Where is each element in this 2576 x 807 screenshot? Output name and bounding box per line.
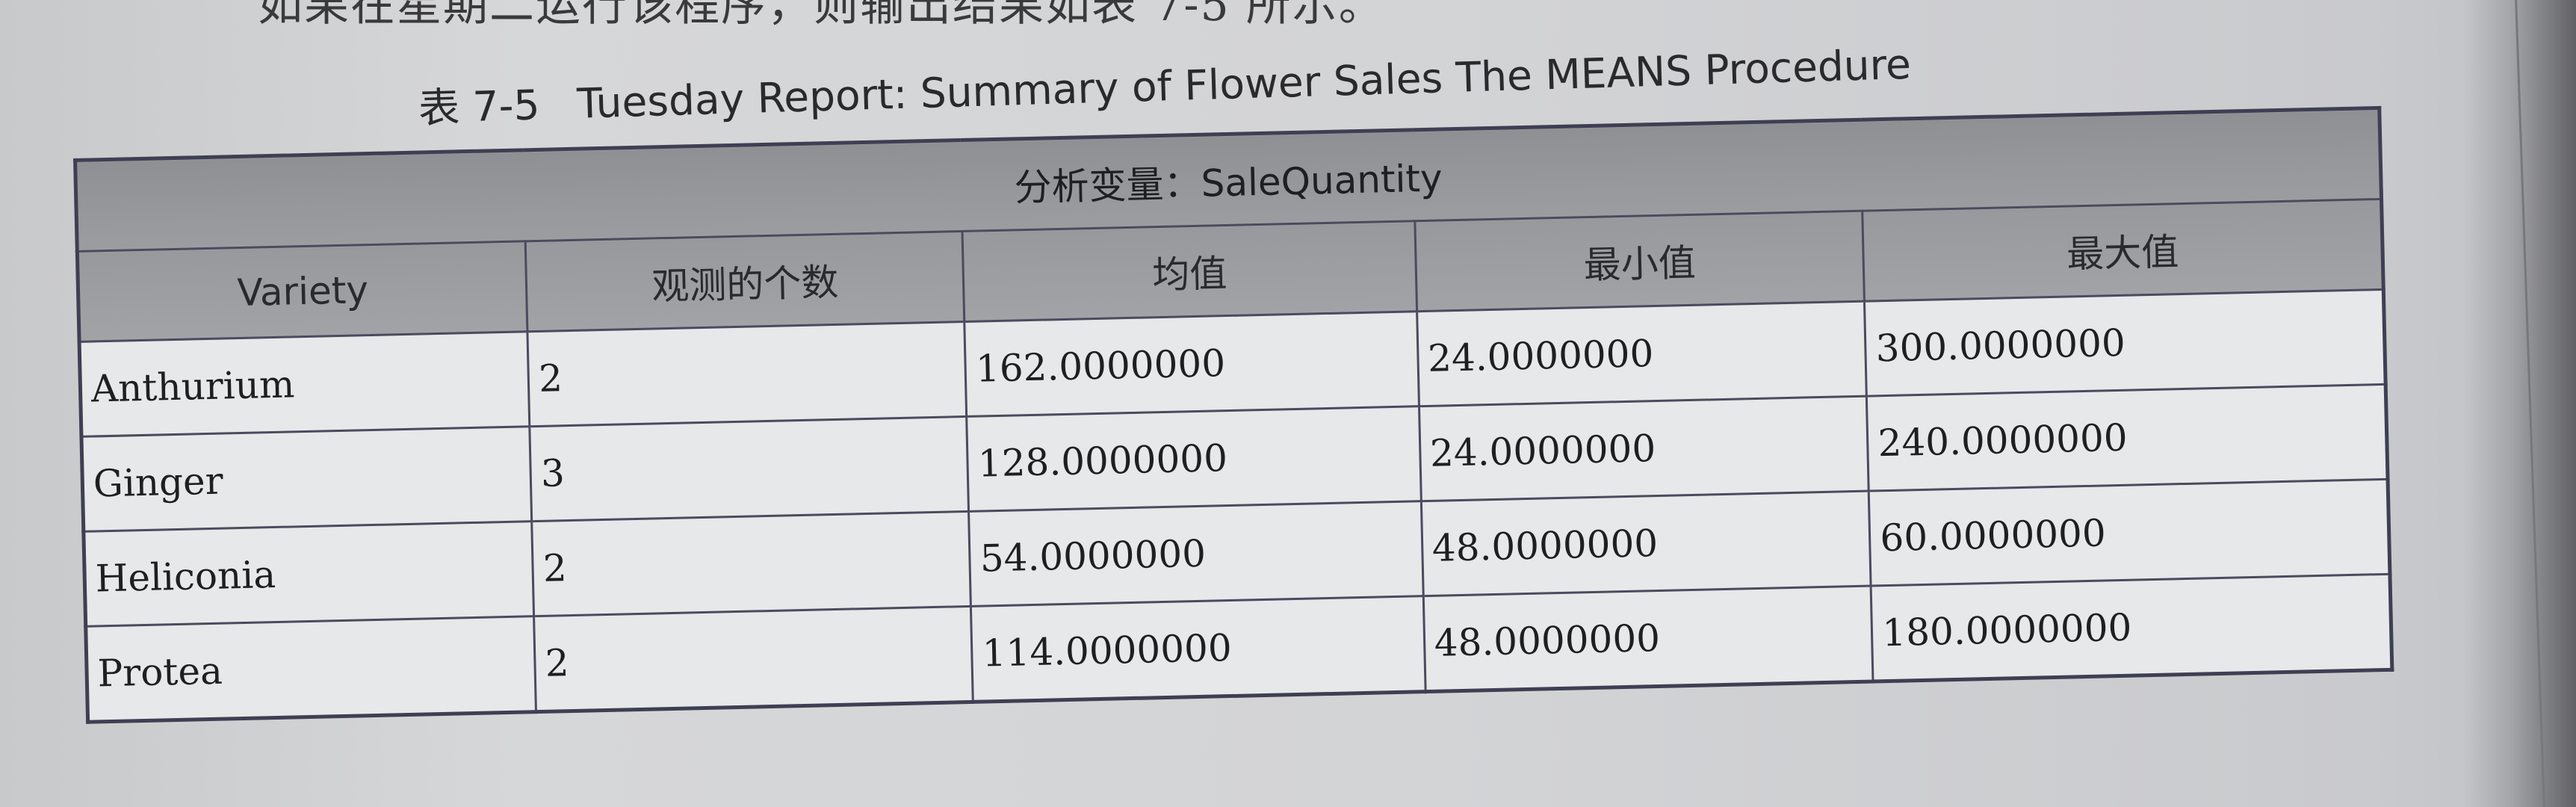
table-title: Tuesday Report: Summary of Flower Sales … <box>576 40 1912 128</box>
column-header-count: 观测的个数 <box>525 231 965 332</box>
cell-max: 180.0000000 <box>1871 574 2392 682</box>
column-header-mean: 均值 <box>962 220 1417 322</box>
cell-count: 2 <box>531 511 971 616</box>
cell-count: 2 <box>527 321 967 427</box>
cell-max: 240.0000000 <box>1866 384 2388 492</box>
column-header-variety: Variety <box>77 241 528 342</box>
column-header-min: 最小值 <box>1414 211 1865 312</box>
cell-count: 3 <box>530 416 969 522</box>
cell-mean: 114.0000000 <box>970 596 1425 702</box>
table-caption: 表 7-5 Tuesday Report: Summary of Flower S… <box>418 31 1912 134</box>
cell-max: 300.0000000 <box>1864 289 2386 397</box>
cell-min: 24.0000000 <box>1419 396 1869 501</box>
cell-variety: Heliconia <box>83 521 534 627</box>
cell-max: 60.0000000 <box>1868 479 2390 587</box>
cell-min: 48.0000000 <box>1422 586 1874 692</box>
cell-variety: Anthurium <box>79 331 530 437</box>
cell-variety: Ginger <box>81 426 532 532</box>
cell-variety: Protea <box>85 616 536 723</box>
flower-sales-summary-table: 分析变量：SaleQuantity Variety 观测的个数 均值 最小值 最… <box>73 105 2394 724</box>
summary-table-container: 分析变量：SaleQuantity Variety 观测的个数 均值 最小值 最… <box>73 105 2394 724</box>
preceding-paragraph: 如果在星期二运行该程序，则输出结果如表 7-5 所示。 <box>258 0 1385 31</box>
cell-mean: 128.0000000 <box>967 406 1421 512</box>
table-number: 表 7-5 <box>418 81 541 132</box>
cell-min: 48.0000000 <box>1420 491 1871 596</box>
cell-min: 24.0000000 <box>1417 301 1867 406</box>
cell-mean: 162.0000000 <box>965 311 1419 417</box>
cell-mean: 54.0000000 <box>968 501 1423 607</box>
cell-count: 2 <box>533 606 973 712</box>
column-header-max: 最大值 <box>1863 199 2384 302</box>
